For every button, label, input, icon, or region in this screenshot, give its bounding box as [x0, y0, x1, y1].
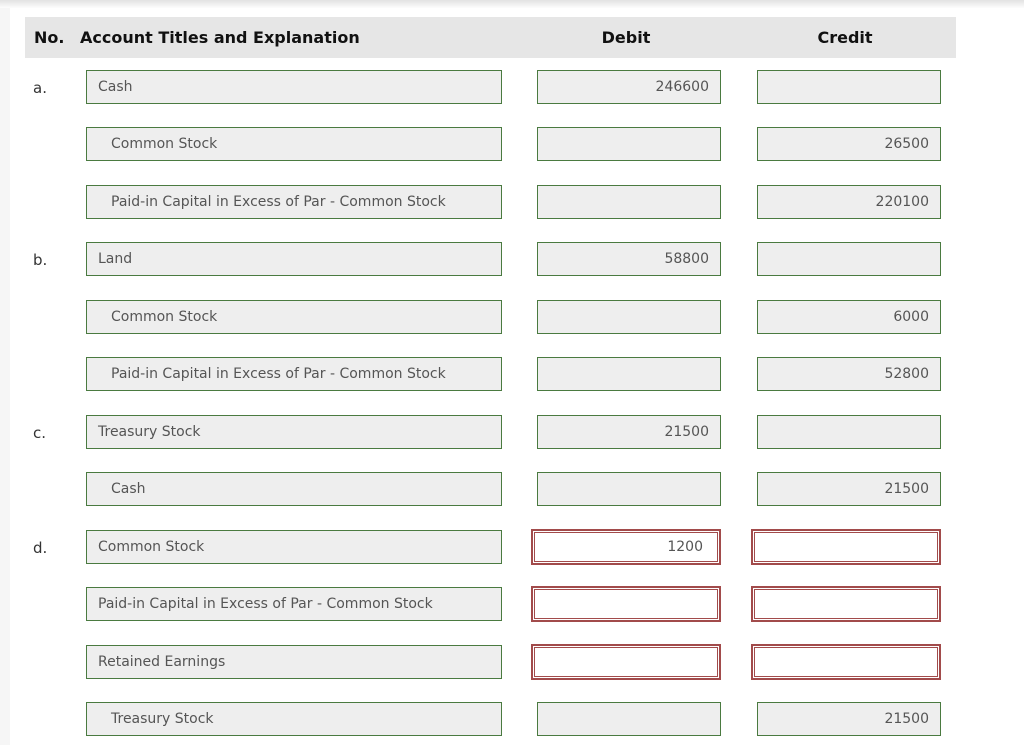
journal-row: Paid-in Capital in Excess of Par - Commo… — [0, 357, 1024, 393]
credit-input[interactable]: 21500 — [757, 702, 941, 736]
account-title-field[interactable]: Treasury Stock — [86, 415, 502, 449]
account-title-field[interactable]: Treasury Stock — [86, 702, 502, 736]
journal-row: Treasury Stock 21500 — [0, 702, 1024, 738]
credit-input[interactable] — [751, 586, 941, 622]
debit-input[interactable]: 1200 — [531, 529, 721, 565]
journal-row: d. Common Stock 1200 — [0, 529, 1024, 566]
journal-row: Cash 21500 — [0, 472, 1024, 508]
header-credit: Credit — [817, 28, 873, 47]
debit-input[interactable] — [531, 586, 721, 622]
debit-input[interactable] — [537, 357, 721, 391]
account-title-field[interactable]: Cash — [86, 70, 502, 104]
account-title-field[interactable]: Common Stock — [86, 300, 502, 334]
table-header: No. Account Titles and Explanation Debit… — [25, 17, 956, 58]
journal-row: Common Stock 26500 — [0, 127, 1024, 163]
credit-input[interactable]: 26500 — [757, 127, 941, 161]
debit-input[interactable] — [531, 644, 721, 680]
account-title-field[interactable]: Paid-in Capital in Excess of Par - Commo… — [86, 185, 502, 219]
header-debit: Debit — [601, 28, 651, 47]
credit-input[interactable] — [751, 529, 941, 565]
credit-input[interactable] — [751, 644, 941, 680]
account-title-field[interactable]: Paid-in Capital in Excess of Par - Commo… — [86, 357, 502, 391]
entry-label: a. — [33, 79, 47, 97]
journal-row: Retained Earnings — [0, 644, 1024, 681]
journal-row: Paid-in Capital in Excess of Par - Commo… — [0, 185, 1024, 221]
debit-input[interactable] — [537, 472, 721, 506]
debit-input[interactable]: 246600 — [537, 70, 721, 104]
credit-input[interactable] — [757, 242, 941, 276]
journal-row: Common Stock 6000 — [0, 300, 1024, 336]
credit-input[interactable] — [757, 415, 941, 449]
credit-input[interactable]: 21500 — [757, 472, 941, 506]
account-title-field[interactable]: Paid-in Capital in Excess of Par - Commo… — [86, 587, 502, 621]
account-title-field[interactable]: Retained Earnings — [86, 645, 502, 679]
debit-input[interactable] — [537, 127, 721, 161]
debit-input[interactable]: 21500 — [537, 415, 721, 449]
journal-row: Paid-in Capital in Excess of Par - Commo… — [0, 586, 1024, 623]
account-title-field[interactable]: Common Stock — [86, 530, 502, 564]
debit-input[interactable] — [537, 185, 721, 219]
account-title-field[interactable]: Land — [86, 242, 502, 276]
entry-label: c. — [33, 424, 47, 442]
journal-row: c. Treasury Stock 21500 — [0, 415, 1024, 451]
debit-input[interactable] — [537, 300, 721, 334]
journal-row: b. Land 58800 — [0, 242, 1024, 278]
entry-label: d. — [33, 539, 48, 557]
credit-input[interactable] — [757, 70, 941, 104]
debit-input[interactable]: 58800 — [537, 242, 721, 276]
header-no: No. — [34, 28, 65, 47]
credit-input[interactable]: 220100 — [757, 185, 941, 219]
entry-label: b. — [33, 251, 48, 269]
journal-row: a. Cash 246600 — [0, 70, 1024, 106]
credit-input[interactable]: 52800 — [757, 357, 941, 391]
account-title-field[interactable]: Common Stock — [86, 127, 502, 161]
debit-input[interactable] — [537, 702, 721, 736]
top-shadow — [0, 0, 1024, 8]
header-account-titles: Account Titles and Explanation — [80, 28, 360, 47]
account-title-field[interactable]: Cash — [86, 472, 502, 506]
credit-input[interactable]: 6000 — [757, 300, 941, 334]
